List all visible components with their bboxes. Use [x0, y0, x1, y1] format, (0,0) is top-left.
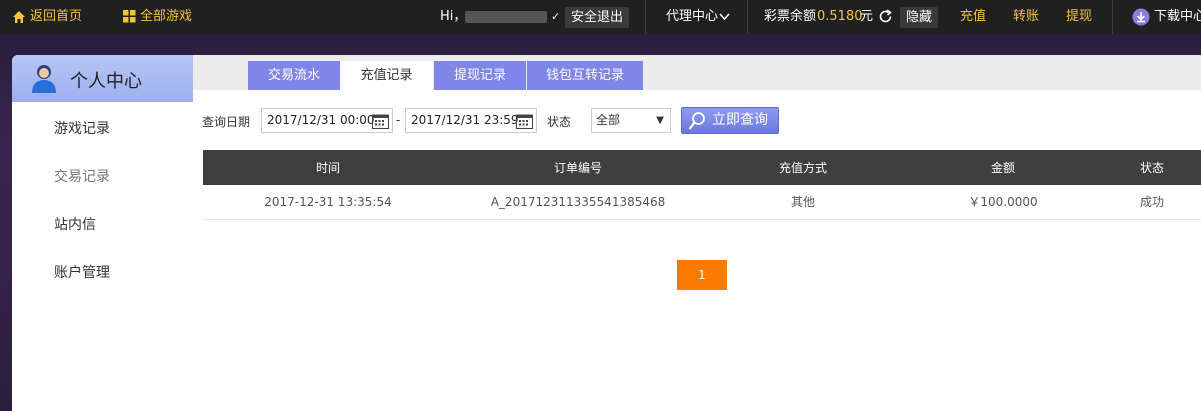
table-row: 2017-12-31 13:35:54 A_201712311335541385…	[203, 185, 1201, 220]
logout-button[interactable]: 安全退出	[565, 7, 630, 28]
divider	[645, 0, 646, 34]
sidebar-header: 个人中心	[12, 55, 193, 102]
records-table: 时间 订单编号 充值方式 金额 状态 2017-12-31 13:35:54 A…	[203, 150, 1201, 220]
col-time: 时间	[203, 150, 453, 185]
hide-balance-button[interactable]: 隐藏	[900, 7, 939, 28]
calendar-icon[interactable]	[372, 113, 389, 129]
home-icon	[13, 11, 25, 23]
select-arrow-icon: ▼	[656, 115, 664, 126]
greeting: Hi，	[440, 9, 467, 24]
divider	[1112, 0, 1113, 34]
date-separator: -	[396, 113, 401, 127]
table-header-row: 时间 订单编号 充值方式 金额 状态	[203, 150, 1201, 185]
search-icon	[688, 112, 705, 130]
top-bar: 返回首页 全部游戏 Hi， ✓ 安全退出 代理中心 彩票余额 0.5180 元 …	[0, 0, 1201, 34]
calendar-icon[interactable]	[516, 113, 533, 129]
tab-withdraw-records[interactable]: 提现记录	[434, 61, 526, 90]
grid-icon	[123, 10, 136, 23]
username-masked	[465, 11, 547, 23]
pagination-page-1[interactable]: 1	[677, 260, 727, 290]
query-button-label: 立即查询	[712, 112, 768, 128]
cell-status: 成功	[1103, 185, 1201, 220]
end-date-input[interactable]: 2017/12/31 23:59	[405, 108, 537, 133]
status-select[interactable]: 全部 ▼	[591, 108, 671, 133]
refresh-icon[interactable]	[878, 9, 893, 24]
all-games-link[interactable]: 全部游戏	[140, 0, 192, 34]
home-link[interactable]: 返回首页	[30, 0, 82, 34]
status-label: 状态	[547, 115, 572, 129]
start-date-input[interactable]: 2017/12/31 00:00	[261, 108, 393, 133]
balance-label: 彩票余额	[764, 9, 817, 24]
cell-time: 2017-12-31 13:35:54	[203, 185, 453, 220]
check-icon: ✓	[551, 10, 561, 23]
tab-bar: 交易流水 充值记录 提现记录 钱包互转记录	[193, 55, 1201, 90]
sidebar-item-messages[interactable]: 站内信	[54, 214, 96, 234]
recharge-link[interactable]: 充值	[960, 0, 986, 34]
main-panel: 交易流水 充值记录 提现记录 钱包互转记录 查询日期 2017/12/31 00…	[193, 55, 1201, 411]
col-amount: 金额	[903, 150, 1103, 185]
sidebar-item-transaction-records[interactable]: 交易记录	[54, 166, 110, 186]
download-center-link[interactable]: 下载中心	[1154, 0, 1201, 34]
cell-amount: ￥100.0000	[903, 185, 1103, 220]
start-date-value: 2017/12/31 00:00	[267, 113, 375, 127]
sidebar-title: 个人中心	[70, 71, 142, 92]
date-label: 查询日期	[202, 115, 251, 129]
transfer-link[interactable]: 转账	[1013, 0, 1039, 34]
withdraw-link[interactable]: 提现	[1066, 0, 1092, 34]
balance-unit: 元	[860, 9, 874, 24]
sidebar: 个人中心 游戏记录 交易记录 站内信 账户管理	[12, 55, 193, 411]
balance-value: 0.5180	[817, 9, 863, 24]
col-status: 状态	[1103, 150, 1201, 185]
col-order-no: 订单编号	[453, 150, 703, 185]
tab-wallet-transfer-records[interactable]: 钱包互转记录	[527, 61, 643, 90]
cell-order-no: A_20171231133554138546​8	[453, 185, 703, 220]
chevron-down-icon	[719, 13, 730, 21]
sidebar-item-game-records[interactable]: 游戏记录	[54, 118, 110, 138]
tab-recharge-records[interactable]: 充值记录	[340, 61, 433, 90]
col-method: 充值方式	[703, 150, 903, 185]
download-icon	[1132, 8, 1150, 26]
status-select-value: 全部	[596, 113, 621, 127]
end-date-value: 2017/12/31 23:59	[411, 113, 519, 127]
cell-method: 其他	[703, 185, 903, 220]
tab-transactions[interactable]: 交易流水	[248, 61, 340, 90]
sidebar-item-account[interactable]: 账户管理	[54, 262, 110, 282]
divider	[747, 0, 748, 34]
agent-center-menu[interactable]: 代理中心	[666, 0, 718, 34]
user-avatar-icon	[32, 65, 56, 93]
query-button[interactable]: 立即查询	[681, 107, 779, 134]
